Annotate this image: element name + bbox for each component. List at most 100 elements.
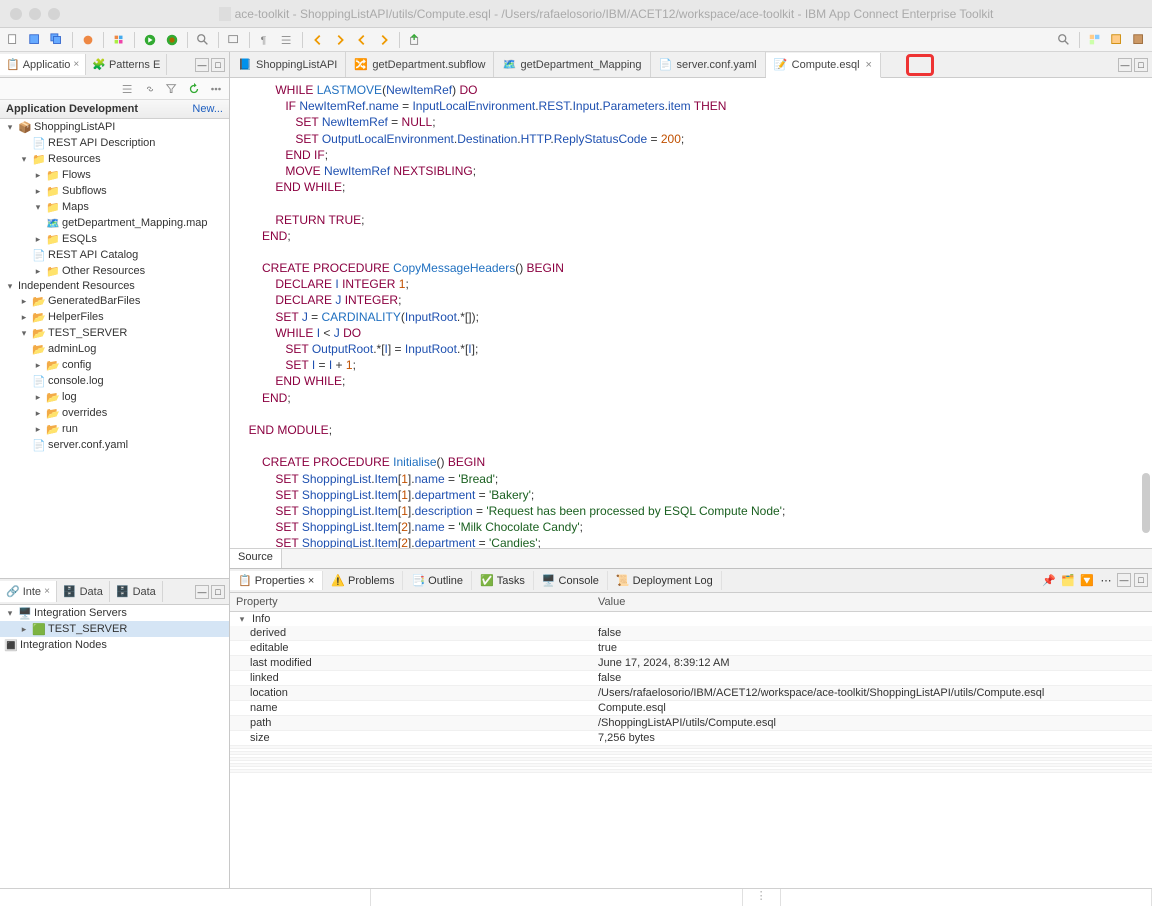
tab-problems[interactable]: ⚠️Problems — [323, 571, 403, 590]
tab-console[interactable]: 🖥️Console — [534, 571, 608, 590]
close-icon[interactable]: × — [866, 59, 872, 71]
tab-data-2[interactable]: 🗄️ Data — [110, 581, 163, 602]
property-group-info[interactable]: ▾Info — [230, 612, 1152, 626]
maximize-view-button[interactable]: □ — [1134, 573, 1148, 587]
menu-button[interactable] — [207, 80, 225, 98]
integration-tree[interactable]: ▾🖥️Integration Servers ▸🟩TEST_SERVER 🔳In… — [0, 605, 229, 888]
tab-data-1[interactable]: 🗄️ Data — [57, 581, 110, 602]
save-button[interactable] — [26, 31, 44, 49]
link-editor-button[interactable] — [141, 80, 159, 98]
tree-item-esqls[interactable]: ▸📁ESQLs — [0, 231, 229, 247]
tab-application-development[interactable]: 📋 Applicatio × — [0, 54, 86, 75]
tree-item-subflows[interactable]: ▸📁Subflows — [0, 183, 229, 199]
tab-tasks[interactable]: ✅Tasks — [472, 571, 534, 590]
editor-tab-getdepartment-mapping[interactable]: 🗺️ getDepartment_Mapping — [494, 52, 650, 77]
tab-label: Compute.esql — [792, 59, 860, 71]
perspective-button[interactable] — [1086, 31, 1104, 49]
tree-item-maps[interactable]: ▾📁Maps — [0, 199, 229, 215]
column-value[interactable]: Value — [592, 593, 1152, 611]
deploy-button[interactable] — [79, 31, 97, 49]
paragraph-button[interactable]: ¶ — [256, 31, 274, 49]
maximize-view-button[interactable]: □ — [211, 58, 225, 72]
categories-button[interactable]: 🗂️ — [1060, 573, 1076, 589]
tree-item-test-server[interactable]: ▸🟩TEST_SERVER — [0, 621, 229, 637]
build-button[interactable] — [110, 31, 128, 49]
filter-button[interactable] — [163, 80, 181, 98]
other-perspective-icon[interactable] — [1130, 31, 1148, 49]
minimize-view-button[interactable]: — — [195, 58, 209, 72]
indent-button[interactable] — [278, 31, 296, 49]
properties-body[interactable]: ▾Info derivedfalse editabletrue last mod… — [230, 612, 1152, 888]
tree-item-log[interactable]: ▸📂log — [0, 389, 229, 405]
tree-item-generatedbarfiles[interactable]: ▸📂GeneratedBarFiles — [0, 293, 229, 309]
collapse-all-button[interactable] — [119, 80, 137, 98]
appdev-tree[interactable]: ▾📦ShoppingListAPI 📄REST API Description … — [0, 119, 229, 578]
tree-item-shoppinglistapi[interactable]: ▾📦ShoppingListAPI — [0, 119, 229, 135]
tree-item-overrides[interactable]: ▸📂overrides — [0, 405, 229, 421]
prop-value: 7,256 bytes — [592, 731, 1152, 745]
tree-item-independent-resources[interactable]: ▾Independent Resources — [0, 279, 229, 293]
maximize-view-button[interactable]: □ — [211, 585, 225, 599]
refresh-button[interactable] — [185, 80, 203, 98]
tree-label: console.log — [48, 375, 104, 387]
tree-item-serverconfyaml[interactable]: 📄server.conf.yaml — [0, 437, 229, 453]
code-editor[interactable]: WHILE LASTMOVE(NewItemRef) DO IF NewItem… — [230, 78, 1152, 548]
column-property[interactable]: Property — [230, 593, 592, 611]
tab-properties[interactable]: 📋Properties× — [230, 571, 323, 590]
tree-item-restapicatalog[interactable]: 📄REST API Catalog — [0, 247, 229, 263]
editor-tab-getdepartment-subflow[interactable]: 🔀 getDepartment.subflow — [346, 52, 494, 77]
editor-tab-serverconfyaml[interactable]: 📄 server.conf.yaml — [651, 52, 766, 77]
debug-button[interactable] — [163, 31, 181, 49]
minimize-view-button[interactable]: — — [195, 585, 209, 599]
save-all-button[interactable] — [48, 31, 66, 49]
tree-item-helperfiles[interactable]: ▸📂HelperFiles — [0, 309, 229, 325]
tree-item-adminlog[interactable]: 📂adminLog — [0, 341, 229, 357]
nav-fwd-button[interactable] — [331, 31, 349, 49]
tree-item-otherresources[interactable]: ▸📁Other Resources — [0, 263, 229, 279]
pin-button[interactable]: 📌 — [1041, 573, 1057, 589]
filter-button[interactable]: 🔽 — [1079, 573, 1095, 589]
minimize-view-button[interactable]: — — [1117, 573, 1131, 587]
scrollbar-thumb[interactable] — [1142, 473, 1150, 533]
tree-label: Flows — [62, 169, 91, 181]
tree-item-integration-nodes[interactable]: 🔳Integration Nodes — [0, 637, 229, 653]
toggle-button[interactable] — [225, 31, 243, 49]
tree-item-flows[interactable]: ▸📁Flows — [0, 167, 229, 183]
zoom-window-icon[interactable] — [48, 8, 60, 20]
new-button[interactable] — [4, 31, 22, 49]
tree-item-integration-servers[interactable]: ▾🖥️Integration Servers — [0, 605, 229, 621]
tree-item-run[interactable]: ▸📂run — [0, 421, 229, 437]
close-icon[interactable]: × — [44, 586, 50, 597]
tab-integration-explorer[interactable]: 🔗 Inte × — [0, 581, 57, 602]
close-icon[interactable]: × — [73, 59, 79, 70]
tree-label: Maps — [62, 201, 89, 213]
tab-patterns-explorer[interactable]: 🧩 Patterns E — [86, 54, 167, 75]
integration-perspective-icon[interactable] — [1108, 31, 1126, 49]
minimize-editor-button[interactable]: — — [1118, 58, 1132, 72]
nav-fwd2-button[interactable] — [375, 31, 393, 49]
tree-item-getdepartment-mapping[interactable]: 🗺️getDepartment_Mapping.map — [0, 215, 229, 231]
new-link[interactable]: New... — [192, 103, 223, 115]
tree-item-config[interactable]: ▸📂config — [0, 357, 229, 373]
tree-item-resources[interactable]: ▾📁Resources — [0, 151, 229, 167]
nav-back-button[interactable] — [309, 31, 327, 49]
close-icon[interactable]: × — [308, 575, 314, 587]
tree-item-consolelog[interactable]: 📄console.log — [0, 373, 229, 389]
tree-item-restapidesc[interactable]: 📄REST API Description — [0, 135, 229, 151]
tab-label: Properties — [255, 575, 305, 587]
search-icon[interactable] — [1055, 31, 1073, 49]
menu-button[interactable]: ⋯ — [1098, 573, 1114, 589]
source-tab[interactable]: Source — [230, 549, 282, 568]
maximize-editor-button[interactable]: □ — [1134, 58, 1148, 72]
nav-back2-button[interactable] — [353, 31, 371, 49]
editor-tab-compute-esql[interactable]: 📝 Compute.esql × — [766, 53, 881, 78]
minimize-window-icon[interactable] — [29, 8, 41, 20]
editor-tab-shoppinglistapi[interactable]: 📘 ShoppingListAPI — [230, 52, 346, 77]
tab-outline[interactable]: 📑Outline — [403, 571, 472, 590]
search-button[interactable] — [194, 31, 212, 49]
export-button[interactable] — [406, 31, 424, 49]
close-window-icon[interactable] — [10, 8, 22, 20]
tree-item-testserver[interactable]: ▾📂TEST_SERVER — [0, 325, 229, 341]
run-button[interactable] — [141, 31, 159, 49]
tab-deployment-log[interactable]: 📜Deployment Log — [608, 571, 722, 590]
